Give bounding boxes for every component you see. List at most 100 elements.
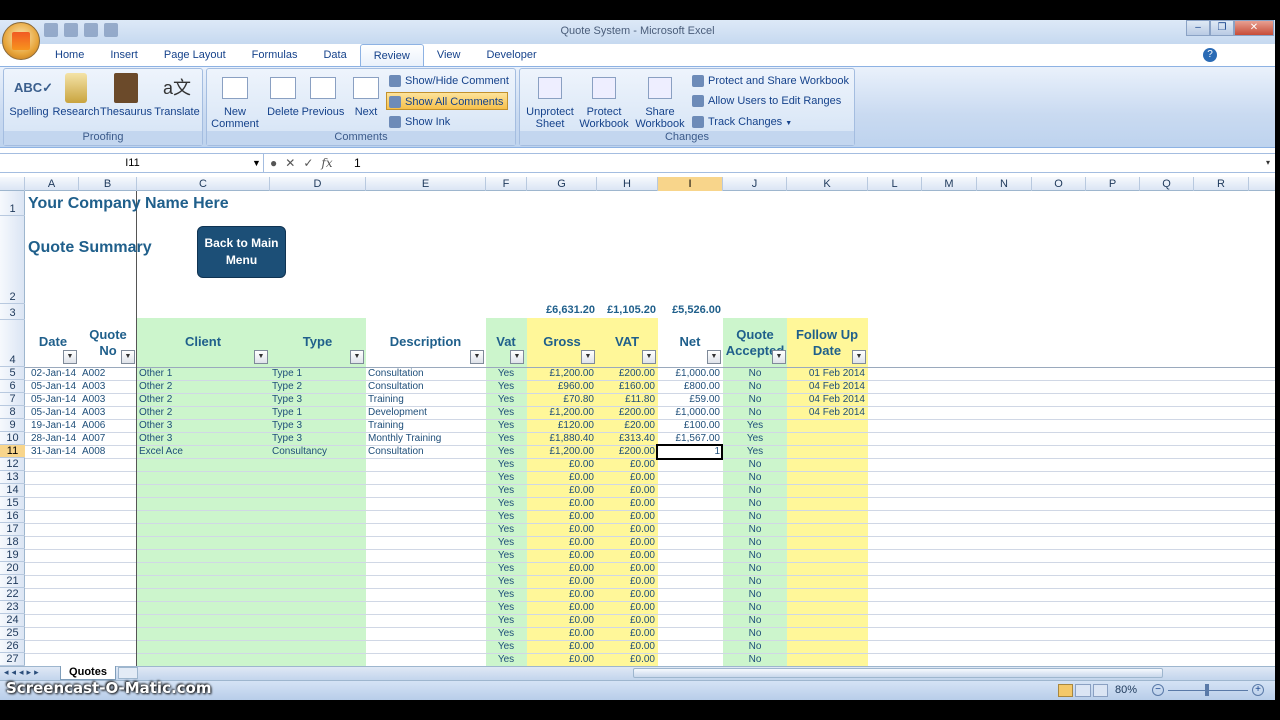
cell-accepted: No <box>748 602 762 613</box>
cell-date: 05-Jan-14 <box>31 407 77 418</box>
cell-net: £1,000.00 <box>675 407 721 418</box>
sheet-nav-arrows-icon[interactable]: ◂◂◂▸▸ <box>4 667 42 678</box>
cell-gross: £0.00 <box>568 498 594 509</box>
cell-vat: Yes <box>497 381 515 392</box>
horizontal-scrollbar[interactable] <box>633 668 1163 678</box>
cell-accepted: Yes <box>746 446 764 457</box>
cell-net: £1,000.00 <box>675 368 721 379</box>
zoom-in-icon[interactable]: + <box>1252 684 1264 696</box>
normal-view-icon[interactable] <box>1058 684 1074 697</box>
cell-gross: £0.00 <box>568 485 594 496</box>
cell-type: Type 3 <box>272 394 303 405</box>
cell-follow-up: 04 Feb 2014 <box>808 381 865 392</box>
cell-description: Consultation <box>368 446 424 457</box>
cell-gross: £0.00 <box>568 641 594 652</box>
cell-follow-up: 04 Feb 2014 <box>808 394 865 405</box>
cell-gross: £1,200.00 <box>549 368 595 379</box>
cell-vat: Yes <box>497 446 515 457</box>
cell-accepted: No <box>748 576 762 587</box>
cell-accepted: No <box>748 511 762 522</box>
cell-accepted: No <box>748 654 762 665</box>
cell-date: 05-Jan-14 <box>31 394 77 405</box>
cell-client: Other 2 <box>139 394 173 405</box>
cell-vat: Yes <box>497 433 515 444</box>
cell-accepted: Yes <box>746 433 764 444</box>
zoom-level[interactable]: 80% <box>1115 684 1137 696</box>
cell-vat: Yes <box>497 550 515 561</box>
selected-cell-i11[interactable] <box>656 444 723 460</box>
cell-date: 19-Jan-14 <box>31 420 77 431</box>
cell-accepted: No <box>748 394 762 405</box>
cell-quote-no: A003 <box>82 407 106 418</box>
cell-vat: Yes <box>497 394 515 405</box>
cell-vat: Yes <box>497 368 515 379</box>
cell-vat-amount: £0.00 <box>629 537 655 548</box>
cell-vat: Yes <box>497 407 515 418</box>
cell-type: Type 3 <box>272 433 303 444</box>
cell-client: Other 3 <box>139 420 173 431</box>
screencast-watermark: Screencast-O-Matic.com <box>6 679 212 697</box>
cell-vat-amount: £11.80 <box>625 394 655 405</box>
cell-vat: Yes <box>497 485 515 496</box>
cell-accepted: Yes <box>746 420 764 431</box>
cell-gross: £0.00 <box>568 537 594 548</box>
cell-follow-up <box>787 445 865 458</box>
cell-gross: £1,880.40 <box>549 433 595 444</box>
cell-gross: £70.80 <box>563 394 594 405</box>
cell-gross: £0.00 <box>568 576 594 587</box>
cell-gross: £960.00 <box>557 381 594 392</box>
cell-vat: Yes <box>497 420 515 431</box>
cell-quote-no: A003 <box>82 381 106 392</box>
cell-net: £59.00 <box>689 394 720 405</box>
sheet-tab-quotes[interactable]: Quotes <box>60 666 116 680</box>
view-buttons <box>1058 684 1108 697</box>
page-layout-view-icon[interactable] <box>1075 684 1091 697</box>
cell-gross: £0.00 <box>568 602 594 613</box>
cell-description: Training <box>368 420 404 431</box>
cell-follow-up <box>787 419 865 432</box>
cell-accepted: No <box>748 498 762 509</box>
cell-gross: £0.00 <box>568 459 594 470</box>
cell-vat: Yes <box>497 511 515 522</box>
cell-gross: £0.00 <box>568 472 594 483</box>
cell-follow-up: 01 Feb 2014 <box>808 368 865 379</box>
cell-date: 31-Jan-14 <box>31 446 77 457</box>
cell-quote-no: A007 <box>82 433 106 444</box>
screen-bezel-right <box>1275 0 1280 720</box>
cell-accepted: No <box>748 563 762 574</box>
page-break-view-icon[interactable] <box>1092 684 1108 697</box>
cell-gross: £0.00 <box>568 563 594 574</box>
cell-vat-amount: £313.40 <box>618 433 655 444</box>
cell-follow-up <box>787 432 865 445</box>
cell-vat: Yes <box>497 576 515 587</box>
zoom-out-icon[interactable]: − <box>1152 684 1164 696</box>
cell-accepted: No <box>748 368 762 379</box>
cell-accepted: No <box>748 524 762 535</box>
cell-gross: £0.00 <box>568 524 594 535</box>
cell-vat: Yes <box>497 589 515 600</box>
cell-vat-amount: £0.00 <box>629 654 655 665</box>
cell-type: Type 1 <box>272 407 303 418</box>
cell-client: Excel Ace <box>139 446 183 457</box>
cell-vat-amount: £0.00 <box>629 511 655 522</box>
insert-sheet-icon[interactable] <box>118 667 138 679</box>
cell-description: Consultation <box>368 368 424 379</box>
cell-gross: £0.00 <box>568 615 594 626</box>
cell-vat: Yes <box>497 615 515 626</box>
cell-quote-no: A006 <box>82 420 106 431</box>
zoom-slider-thumb[interactable] <box>1205 684 1209 696</box>
cell-vat: Yes <box>497 459 515 470</box>
cell-date: 02-Jan-14 <box>31 368 77 379</box>
cell-vat-amount: £0.00 <box>629 602 655 613</box>
cell-quote-no: A008 <box>82 446 106 457</box>
cell-vat: Yes <box>497 524 515 535</box>
cell-gross: £1,200.00 <box>549 446 595 457</box>
cell-vat-amount: £200.00 <box>618 407 655 418</box>
cell-type: Consultancy <box>272 446 328 457</box>
cell-date: 05-Jan-14 <box>31 381 77 392</box>
cell-vat-amount: £0.00 <box>629 563 655 574</box>
cell-gross: £0.00 <box>568 589 594 600</box>
cell-accepted: No <box>748 459 762 470</box>
cell-client: Other 2 <box>139 407 173 418</box>
cell-vat: Yes <box>497 654 515 665</box>
